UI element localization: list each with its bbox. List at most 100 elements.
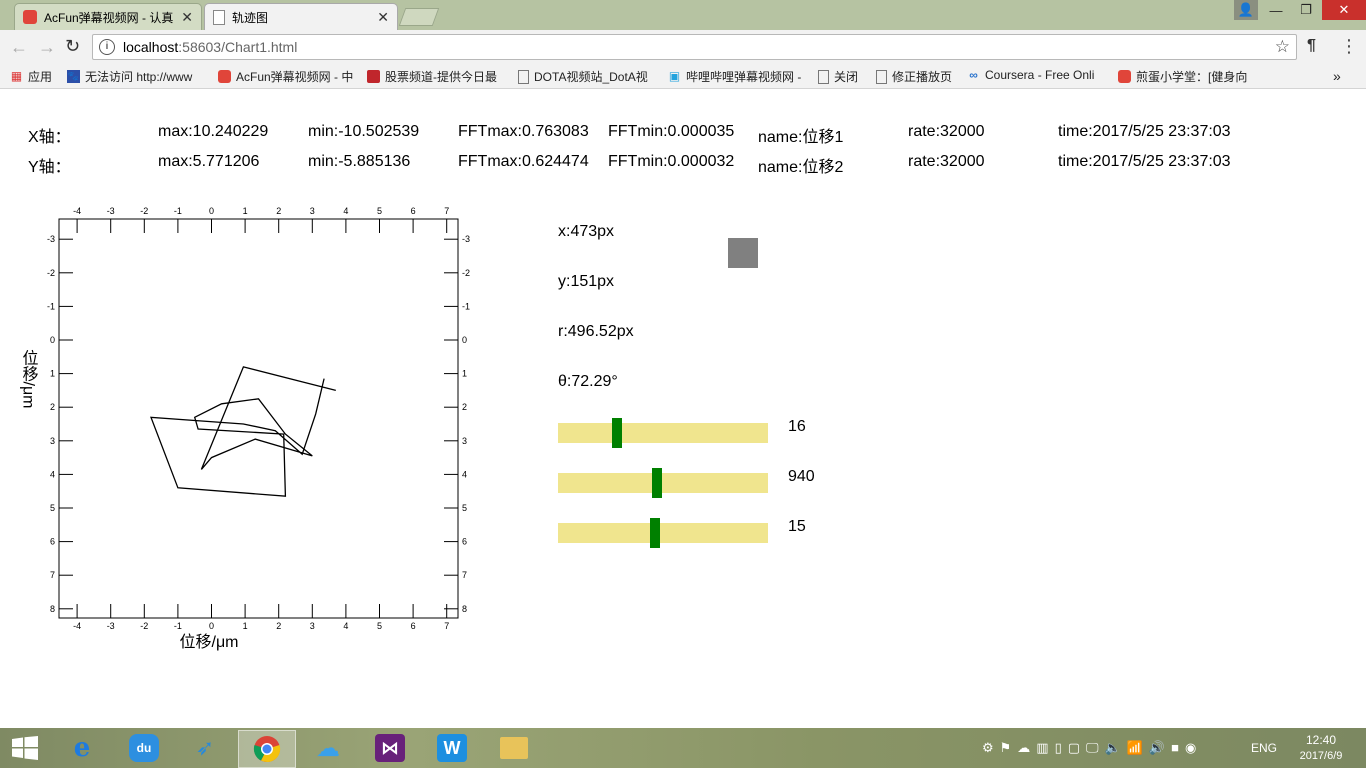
- y-tick-label-left: 1: [50, 369, 55, 379]
- forward-icon[interactable]: →: [38, 37, 56, 58]
- y-tick-label-right: -3: [462, 234, 470, 244]
- reload-icon[interactable]: ↻: [65, 36, 80, 57]
- tab-title: 轨迹图: [232, 10, 269, 25]
- x-fftmin: FFTmin:0.000035: [608, 123, 735, 140]
- x-max: max:10.240229: [158, 123, 269, 140]
- x-fftmax: FFTmax:0.763083: [458, 123, 589, 140]
- trajectory-chart: -4 -4 -3 -3 -2 -2 -1 -1 0 0 1 1 2 2 3 3 4 4 5 5 6 6 7 7 -3 -3 -2 -2…: [20, 206, 471, 651]
- x-tick-label-top: -2: [140, 206, 148, 216]
- acfun-icon: [218, 70, 231, 83]
- bookmark-label: 煎蛋小学堂：[健身向: [1136, 70, 1248, 84]
- x-tick-label-top: 1: [243, 206, 248, 216]
- slider-track-2[interactable]: [558, 473, 768, 493]
- x-tick-label-top: -4: [73, 206, 81, 216]
- bookmark-item[interactable]: DOTA视频站_DotA视: [518, 68, 655, 85]
- slider-thumb-3[interactable]: [649, 518, 660, 548]
- y-tick-label-right: 7: [462, 570, 467, 580]
- bookmark-star-icon[interactable]: ☆: [1275, 37, 1290, 57]
- visual-studio-taskbar-icon[interactable]: ⋈: [362, 730, 418, 766]
- paw-icon: 🐾: [67, 70, 80, 83]
- y-tick-label-right: 4: [462, 469, 467, 479]
- x-tick-label-bottom: 1: [243, 621, 248, 631]
- x-min: min:-10.502539: [308, 123, 420, 140]
- marker-box[interactable]: [728, 238, 758, 268]
- y-rate: rate:32000: [908, 153, 985, 170]
- user-icon[interactable]: 👤: [1234, 0, 1258, 20]
- baidu-taskbar-icon[interactable]: du: [116, 730, 172, 766]
- tab-chart[interactable]: 轨迹图 ✕: [204, 3, 398, 30]
- y-tick-label-left: -2: [47, 268, 55, 278]
- bookmarks-bar: ▦ 应用 🐾 无法访问 http://www AcFun弹幕视频网 - 中 股票…: [0, 64, 1366, 89]
- bookmark-item[interactable]: ∞ Coursera - Free Onli: [967, 68, 1105, 82]
- bookmark-item[interactable]: 股票频道-提供今日最: [367, 68, 505, 85]
- bookmark-label: 应用: [28, 70, 53, 84]
- tab-acfun[interactable]: AcFun弹幕视频网 - 认真 ✕: [14, 3, 202, 30]
- bookmark-apps[interactable]: ▦ 应用: [10, 68, 52, 85]
- y-tick-label-left: 3: [50, 436, 55, 446]
- bird-taskbar-icon[interactable]: ➶: [177, 730, 233, 766]
- new-tab-button[interactable]: [398, 8, 440, 26]
- language-indicator[interactable]: ENG: [1251, 741, 1277, 755]
- bookmark-item[interactable]: 煎蛋小学堂：[健身向: [1118, 68, 1255, 85]
- slider-track-1[interactable]: [558, 423, 768, 443]
- back-icon[interactable]: ←: [10, 37, 28, 58]
- restore-icon[interactable]: ❐: [1292, 0, 1320, 20]
- windows-start-icon[interactable]: [12, 736, 38, 765]
- close-tab-icon[interactable]: ✕: [181, 9, 193, 26]
- x-tick-label-top: -3: [107, 206, 115, 216]
- stock-icon: [367, 70, 380, 83]
- menu-icon[interactable]: ⋮: [1340, 36, 1358, 57]
- wps-taskbar-icon[interactable]: W: [424, 730, 480, 766]
- cursor-x-readout: x:473px: [558, 223, 615, 240]
- bookmark-label: 无法访问 http://www: [85, 70, 193, 84]
- bookmark-item[interactable]: AcFun弹幕视频网 - 中: [218, 68, 355, 85]
- slider-thumb-2[interactable]: [651, 468, 662, 498]
- clock-date[interactable]: 2017/6/9: [1290, 750, 1352, 762]
- close-window-icon[interactable]: ✕: [1322, 0, 1366, 20]
- x-tick-label-bottom: -2: [140, 621, 148, 631]
- angle-readout: θ:72.29°: [558, 373, 618, 390]
- x-tick-label-bottom: 3: [310, 621, 315, 631]
- info-icon[interactable]: i: [99, 39, 115, 55]
- x-tick-label-top: 6: [411, 206, 416, 216]
- slider-value-1: 16: [788, 418, 806, 435]
- x-tick-label-top: 5: [377, 206, 382, 216]
- slider-thumb-1[interactable]: [611, 418, 622, 448]
- x-tick-label-bottom: 5: [377, 621, 382, 631]
- bookmark-label: 股票频道-提供今日最: [385, 70, 497, 84]
- page-icon: [518, 69, 529, 84]
- x-time: time:2017/5/25 23:37:03: [1058, 123, 1231, 140]
- ie-taskbar-icon[interactable]: e: [54, 730, 110, 766]
- bookmark-label: DOTA视频站_DotA视: [534, 70, 648, 84]
- slider-track-3[interactable]: [558, 523, 768, 543]
- cloud-taskbar-icon[interactable]: ☁: [300, 730, 356, 766]
- bookmark-label: 修正播放页: [892, 70, 953, 84]
- more-bookmarks-button[interactable]: »: [1333, 68, 1341, 84]
- extension-icon[interactable]: ¶: [1307, 37, 1316, 55]
- clock-time[interactable]: 12:40: [1293, 733, 1349, 747]
- bookmark-item[interactable]: ▣ 哔哩哔哩弹幕视频网 -: [668, 68, 805, 85]
- system-tray-icons[interactable]: ⚙⚑☁▥▯▢🖵🔈📶🔊■◉: [982, 740, 1202, 756]
- x-tick-label-top: -1: [174, 206, 182, 216]
- bookmark-item[interactable]: 🐾 无法访问 http://www: [67, 68, 205, 85]
- close-tab-icon[interactable]: ✕: [377, 9, 389, 26]
- address-bar[interactable]: i localhost:58603/Chart1.html ☆: [92, 34, 1297, 60]
- cursor-y-readout: y:151px: [558, 273, 615, 290]
- y-tick-label-left: 0: [50, 335, 55, 345]
- x-name: name:位移1: [758, 129, 844, 146]
- x-axis-title: 位移/μm: [180, 633, 239, 651]
- y-time: time:2017/5/25 23:37:03: [1058, 153, 1231, 170]
- bookmark-item[interactable]: 修正播放页: [876, 68, 952, 85]
- bookmark-label: 哔哩哔哩弹幕视频网 -: [686, 70, 802, 84]
- y-tick-label-right: 1: [462, 369, 467, 379]
- bookmark-label: 关闭: [834, 70, 859, 84]
- url-host: localhost: [123, 39, 179, 55]
- bookmark-item[interactable]: 关闭: [818, 68, 858, 85]
- file-explorer-taskbar-icon[interactable]: [486, 730, 542, 766]
- y-tick-label-left: 7: [50, 570, 55, 580]
- minimize-icon[interactable]: —: [1262, 0, 1290, 20]
- y-tick-label-left: 4: [50, 469, 55, 479]
- y-tick-label-right: -2: [462, 268, 470, 278]
- bookmark-label: AcFun弹幕视频网 - 中: [236, 70, 354, 84]
- chrome-taskbar-icon[interactable]: [238, 730, 296, 768]
